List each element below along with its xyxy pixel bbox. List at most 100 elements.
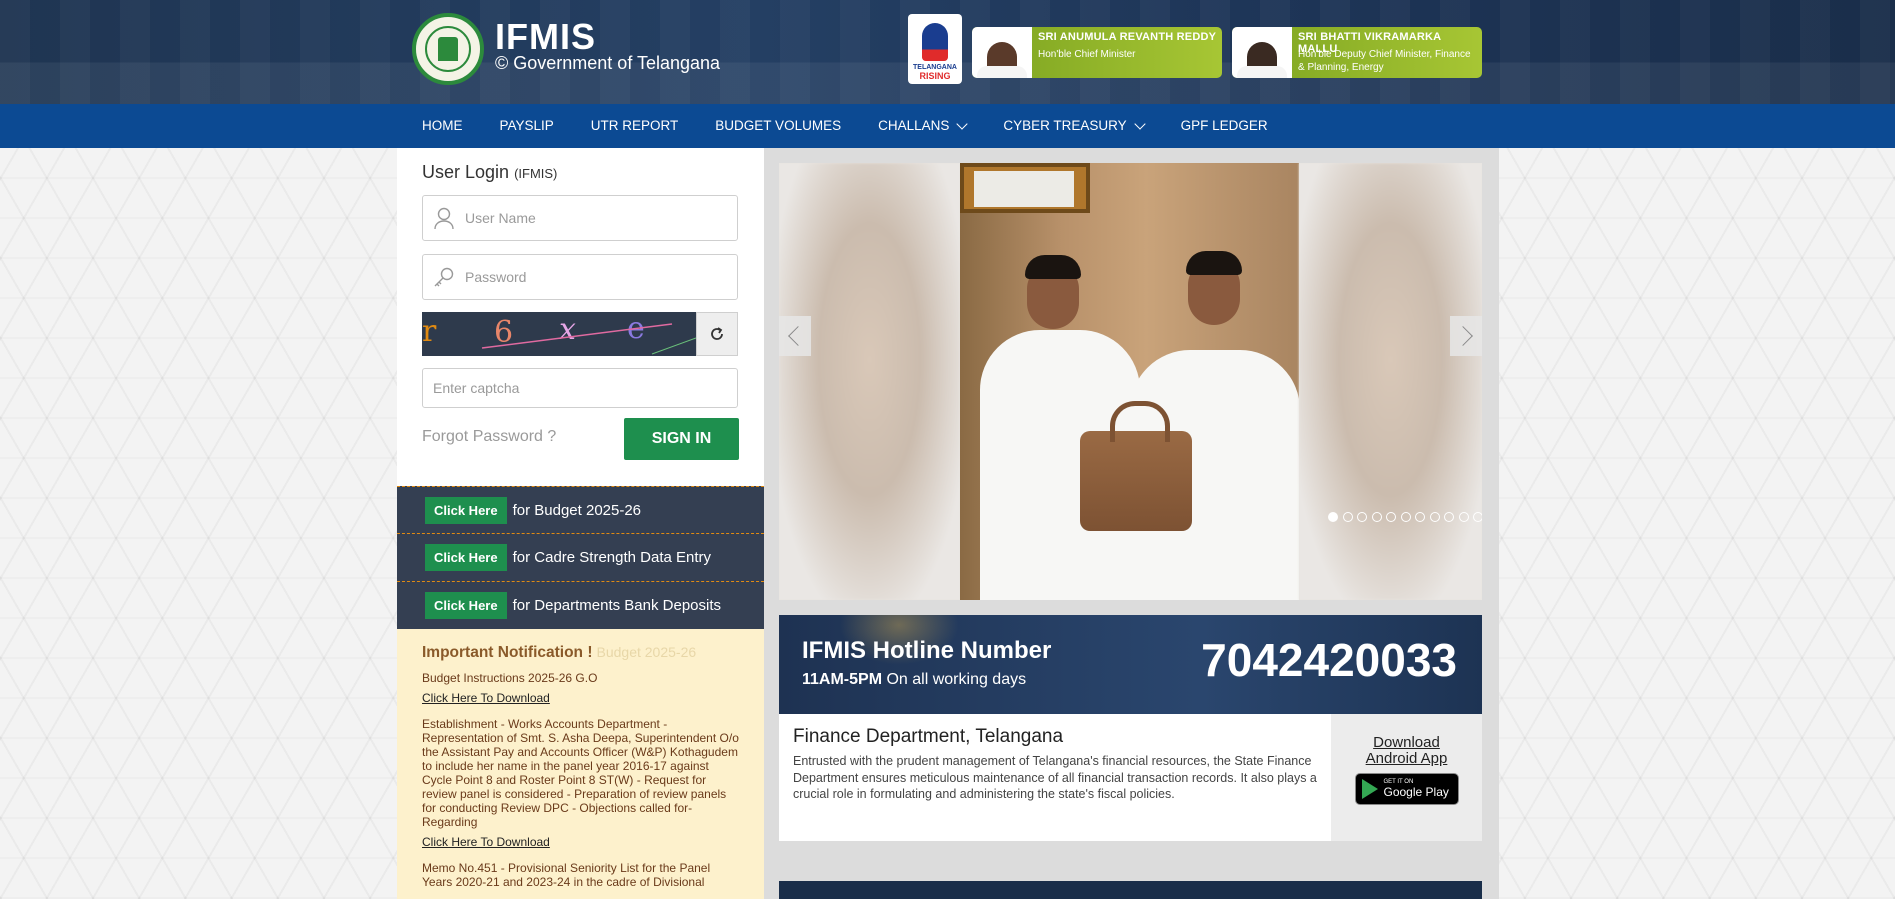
notification-item: Memo No.451 - Provisional Seniority List…: [422, 861, 739, 889]
captcha-field[interactable]: [422, 368, 738, 408]
login-panel: User Login (IFMIS) r 6 x e Forgot Passwo…: [397, 148, 764, 899]
chevron-right-icon: [1453, 326, 1473, 346]
finance-title: Finance Department, Telangana: [793, 726, 1064, 747]
nav-challans[interactable]: CHALLANS: [866, 104, 978, 148]
hotline-hours-days: On all working days: [886, 671, 1027, 688]
carousel-dot[interactable]: [1415, 512, 1425, 522]
google-play-icon: [1361, 779, 1378, 799]
download-link[interactable]: Click Here To Download: [422, 691, 739, 705]
chief-minister-photo: [972, 27, 1032, 78]
deputy-chief-minister-photo: [1232, 27, 1292, 78]
download-app-line2: Android App: [1365, 750, 1448, 767]
chief-minister-card: SRI ANUMULA REVANTH REDDY Hon'ble Chief …: [972, 27, 1222, 78]
chevron-down-icon: [956, 117, 969, 130]
nav-gpf-ledger[interactable]: GPF LEDGER: [1169, 104, 1280, 148]
nav-challans-label: CHALLANS: [878, 118, 950, 133]
telangana-emblem-logo[interactable]: [412, 13, 484, 85]
carousel-next-button[interactable]: [1450, 316, 1482, 356]
notification-text: Memo No.451 - Provisional Seniority List…: [422, 861, 711, 889]
nav-home-label: HOME: [422, 118, 463, 133]
hotline-title: IFMIS Hotline Number: [802, 637, 1052, 664]
quick-link-text: for Departments Bank Deposits: [512, 597, 722, 614]
forgot-password-link[interactable]: Forgot Password ?: [422, 428, 556, 446]
carousel-dot[interactable]: [1429, 512, 1440, 522]
quick-link-text: for Budget 2025-26: [512, 501, 642, 519]
download-app-line1: Download: [1373, 734, 1440, 751]
captcha-refresh-button[interactable]: [696, 312, 738, 356]
quick-links: Click Here for Budget 2025-26 Click Here…: [397, 486, 764, 630]
username-field[interactable]: [422, 195, 738, 241]
quick-link-budget: Click Here for Budget 2025-26: [397, 486, 764, 534]
deputy-chief-minister-card: SRI BHATTI VIKRAMARKA MALLU Hon'ble Depu…: [1232, 27, 1482, 78]
chevron-down-icon: [1133, 117, 1146, 130]
rising-label-bottom: RISING: [919, 71, 951, 81]
login-title-suffix: (IFMIS): [514, 166, 558, 181]
click-here-button[interactable]: Click Here: [425, 544, 507, 571]
nav-home[interactable]: HOME: [410, 104, 475, 148]
download-android-app-link[interactable]: Download Android App: [1366, 735, 1448, 767]
brand-title: IFMIS: [495, 16, 596, 57]
finance-info: Finance Department, Telangana Entrusted …: [779, 714, 1331, 841]
hotline-hours: 11AM-5PM On all working days: [802, 671, 1026, 689]
site-header: IFMIS © Government of Telangana TELANGAN…: [0, 0, 1895, 104]
carousel-prev-button[interactable]: [779, 316, 811, 356]
google-play-text: Google Play: [1383, 785, 1449, 799]
nav-utr-report-label: UTR REPORT: [590, 118, 679, 133]
nav-payslip[interactable]: PAYSLIP: [488, 104, 566, 148]
click-here-button[interactable]: Click Here: [425, 496, 507, 524]
nav-cyber-treasury[interactable]: CYBER TREASURY: [991, 104, 1155, 148]
carousel-blur-left: [779, 163, 960, 600]
download-link[interactable]: Click Here To Download: [422, 835, 739, 849]
chevron-left-icon: [788, 326, 808, 346]
nav-payslip-label: PAYSLIP: [499, 118, 554, 133]
chief-minister-name: SRI ANUMULA REVANTH REDDY: [1038, 31, 1217, 43]
nav-budget-volumes-label: BUDGET VOLUMES: [715, 118, 842, 133]
notifications-panel: Important Notification ! Budget 2025-26 B…: [397, 629, 764, 899]
password-input[interactable]: [465, 269, 715, 285]
image-carousel: [779, 163, 1482, 600]
carousel-dot[interactable]: [1357, 512, 1367, 522]
captcha-input[interactable]: [423, 380, 723, 396]
notification-item: Establishment - Works Accounts Departmen…: [422, 717, 739, 849]
carousel-dot[interactable]: [1400, 512, 1411, 522]
password-field[interactable]: [422, 254, 738, 300]
notifications-title-text: Important Notification !: [422, 644, 593, 661]
carousel-indicators: [1328, 512, 1482, 522]
hotline-number: 7042420033: [1201, 634, 1457, 686]
brand-subtitle: © Government of Telangana: [495, 53, 721, 73]
quick-link-cadre: Click Here for Cadre Strength Data Entry: [397, 534, 764, 582]
carousel-dot[interactable]: [1386, 512, 1396, 522]
carousel-dot[interactable]: [1458, 512, 1469, 522]
finance-description: Entrusted with the prudent management of…: [793, 754, 1317, 801]
carousel-photo: [960, 163, 1299, 600]
captcha-noise-lines: [481, 323, 696, 355]
carousel-dot[interactable]: [1371, 512, 1382, 522]
nav-budget-volumes[interactable]: BUDGET VOLUMES: [703, 104, 853, 148]
carousel-dot[interactable]: [1342, 512, 1353, 522]
main-nav: HOME PAYSLIP UTR REPORT BUDGET VOLUMES C…: [0, 104, 1895, 148]
rising-emblem-icon: [922, 23, 948, 61]
nav-utr-report[interactable]: UTR REPORT: [579, 104, 691, 148]
key-icon: [423, 255, 465, 299]
carousel-dot[interactable]: [1473, 512, 1482, 522]
android-app-panel: Download Android App GET IT ON Google Pl…: [1331, 714, 1482, 841]
carousel-blur-right: [1299, 163, 1482, 600]
login-title: User Login (IFMIS): [422, 162, 557, 183]
hotline-banner: IFMIS Hotline Number 11AM-5PM On all wor…: [779, 615, 1482, 714]
login-title-text: User Login: [422, 162, 510, 182]
notification-item: Budget Instructions 2025-26 G.O Click He…: [422, 671, 739, 705]
nav-cyber-treasury-label: CYBER TREASURY: [1003, 118, 1127, 133]
user-icon: [423, 196, 465, 240]
carousel-dot[interactable]: [1444, 512, 1454, 522]
username-input[interactable]: [465, 210, 715, 226]
hotline-hours-time: 11AM-5PM: [802, 671, 883, 688]
notifications-ghost-text: Budget 2025-26: [596, 644, 697, 660]
next-section-band: [779, 881, 1482, 899]
notifications-title: Important Notification ! Budget 2025-26: [422, 644, 739, 662]
quick-link-text: for Cadre Strength Data Entry: [512, 549, 712, 566]
google-play-badge[interactable]: GET IT ON Google Play: [1354, 773, 1459, 805]
captcha-image: r 6 x e: [422, 312, 696, 356]
sign-in-button[interactable]: SIGN IN: [624, 418, 739, 460]
click-here-button[interactable]: Click Here: [425, 592, 507, 619]
carousel-dot[interactable]: [1328, 512, 1338, 522]
